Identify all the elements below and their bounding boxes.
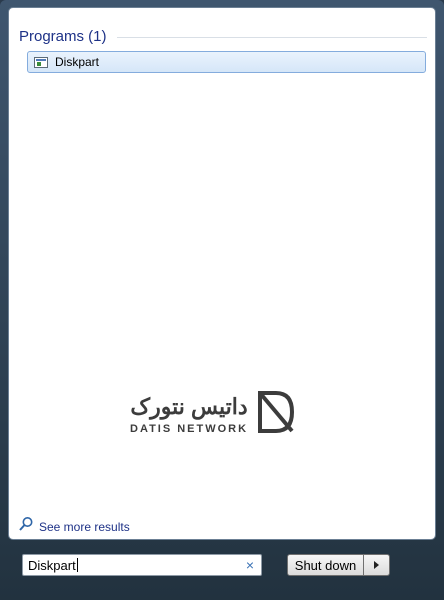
group-title: Programs (1) [19,27,107,45]
results-group-header: Programs (1) [19,26,427,46]
power-controls: Shut down [287,554,390,576]
result-item-label: Diskpart [55,55,100,69]
magnifier-icon [18,516,34,537]
group-divider [116,36,427,38]
console-app-icon [34,56,48,68]
search-input[interactable]: Diskpart × [22,554,262,576]
watermark-text: داتیس نتورک DATIS NETWORK [130,394,248,435]
text-caret [76,558,78,572]
watermark: داتیس نتورک DATIS NETWORK [130,386,330,442]
datis-logo-icon [256,389,296,440]
see-more-results-link[interactable]: See more results [18,516,130,537]
triangle-right-icon [374,561,379,569]
watermark-latin: DATIS NETWORK [130,422,249,435]
shutdown-options-button[interactable] [364,554,390,576]
watermark-persian: داتیس نتورک [130,393,248,419]
search-results-panel: Programs (1) Diskpart داتیس نتورک DATIS … [8,7,436,540]
clear-search-icon[interactable]: × [246,557,254,573]
result-item-diskpart[interactable]: Diskpart [27,51,426,73]
shutdown-button[interactable]: Shut down [287,554,364,576]
search-value: Diskpart [28,557,76,573]
start-menu: Programs (1) Diskpart داتیس نتورک DATIS … [0,0,444,600]
see-more-label: See more results [39,519,130,534]
